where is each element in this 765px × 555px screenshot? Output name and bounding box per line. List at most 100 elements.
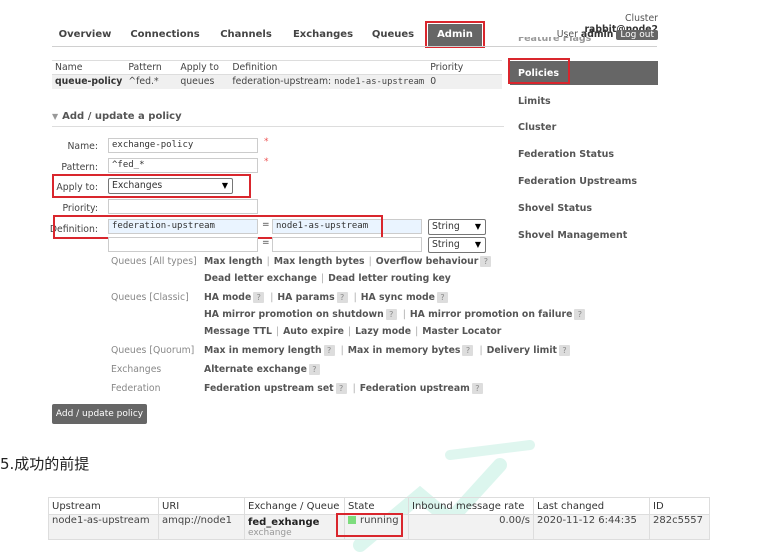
upstream-exchange-type: exchange [248,528,292,538]
help-icon[interactable]: ? [385,309,397,320]
hint-delivery-limit[interactable]: Delivery limit [487,345,557,356]
definition-type-value: String [432,221,460,232]
hint-line-all-2: Dead letter exchange | Dead letter routing… [204,273,451,284]
hint-message-ttl[interactable]: Message TTL [204,326,272,337]
hint-line-classic-2: HA mirror promotion on shutdown? | HA mirr… [204,309,587,320]
chevron-down-icon: ▼ [221,181,228,190]
upstream-id: 282c5557 [649,514,710,540]
upstream-state-cell: running [344,514,409,540]
hint-federation-upstream[interactable]: Federation upstream [360,383,470,394]
help-icon[interactable]: ? [335,383,347,394]
help-icon[interactable]: ? [336,292,348,303]
hint-ha-mode[interactable]: HA mode [204,292,251,303]
sidebar-item-federation-upstreams[interactable]: Federation Upstreams [518,176,637,187]
collapse-triangle-icon[interactable]: ▼ [52,112,58,121]
help-icon[interactable]: ? [323,345,335,356]
hint-category-quorum: Queues [Quorum] [111,345,195,356]
col-state: State [344,497,409,515]
logout-button[interactable]: Log out [616,30,658,40]
sidebar-item-cluster[interactable]: Cluster [518,122,556,133]
hint-overflow-behaviour[interactable]: Overflow behaviour [376,256,479,267]
hint-line-all-1: Max length | Max length bytes | Overflow beh… [204,256,493,267]
hint-ha-sync-mode[interactable]: HA sync mode [361,292,435,303]
hint-category-exchanges: Exchanges [111,364,162,375]
hint-auto-expire[interactable]: Auto expire [283,326,344,337]
upstream-state: running [360,515,399,526]
hint-federation-upstream-set[interactable]: Federation upstream set [204,383,334,394]
definition-value-input-2[interactable] [272,237,422,252]
help-icon[interactable]: ? [574,309,586,320]
hint-line-quorum: Max in memory length? | Max in memory byte… [204,345,572,356]
col-last-changed: Last changed [533,497,650,515]
sidebar-item-shovel-management[interactable]: Shovel Management [518,230,627,241]
col-inbound-rate: Inbound message rate [408,497,534,515]
hint-max-in-memory-bytes[interactable]: Max in memory bytes [348,345,461,356]
table-row[interactable]: node1-as-upstream amqp://node1 fed_exhan… [48,514,710,540]
apply-to-label: Apply to: [56,182,98,193]
status-running-icon [348,516,356,524]
col-upstream: Upstream [48,497,159,515]
help-icon[interactable]: ? [253,292,265,303]
hint-category-all: Queues [All types] [111,256,197,267]
sidebar-item-federation-status[interactable]: Federation Status [518,149,614,160]
hint-max-in-memory-length[interactable]: Max in memory length [204,345,322,356]
col-pattern: Pattern [125,60,178,75]
chevron-down-icon: ▼ [474,222,481,231]
priority-input[interactable] [108,199,258,214]
upstream-last-changed: 2020-11-12 6:44:35 [533,514,650,540]
help-icon[interactable]: ? [308,364,320,375]
tab-channels[interactable]: Channels [214,24,278,46]
hint-ha-params[interactable]: HA params [277,292,334,303]
section-add-policy[interactable]: ▼ Add / update a policy [52,111,504,127]
help-icon[interactable]: ? [471,383,483,394]
upstream-exchange[interactable]: fed_exhange [248,517,319,528]
pattern-input[interactable]: ^fed_* [108,158,258,173]
sidebar-item-policies[interactable]: Policies [518,68,559,79]
table-row[interactable]: queue-policy ^fed.* queues federation-up… [52,74,502,89]
upstream-exchange-cell[interactable]: fed_exhange exchange [244,514,345,540]
definition-type-select[interactable]: String ▼ [428,219,486,235]
sidebar-item-feature-flags[interactable]: Feature Flags [518,37,591,46]
hint-separator: | [352,383,356,394]
definition-key-input[interactable]: federation-upstream [108,219,258,234]
help-icon[interactable]: ? [480,256,492,267]
hint-max-length-bytes[interactable]: Max length bytes [274,256,365,267]
help-icon[interactable]: ? [462,345,474,356]
definition-key-input-2[interactable] [108,237,258,252]
help-icon[interactable]: ? [436,292,448,303]
upstream-rate: 0.00/s [408,514,534,540]
upstream-name[interactable]: node1-as-upstream [48,514,159,540]
add-update-policy-button[interactable]: Add / update policy [52,404,147,424]
hint-separator: | [353,292,357,303]
hint-separator: | [479,345,483,356]
tab-connections[interactable]: Connections [126,24,204,46]
policy-pattern: ^fed.* [125,74,178,89]
definition-type-select-2[interactable]: String ▼ [428,237,486,253]
hint-separator: | [275,326,280,337]
tab-overview[interactable]: Overview [52,24,118,46]
hint-max-length[interactable]: Max length [204,256,263,267]
hint-master-locator[interactable]: Master Locator [422,326,501,337]
definition-value-input[interactable]: node1-as-upstream [272,219,422,234]
apply-to-select[interactable]: Exchanges ▼ [108,178,233,194]
hint-lazy-mode[interactable]: Lazy mode [355,326,411,337]
tab-queues[interactable]: Queues [368,24,418,46]
policies-table: Name Pattern Apply to Definition Priorit… [52,60,502,89]
tab-exchanges[interactable]: Exchanges [288,24,358,46]
hint-ha-promotion-shutdown[interactable]: HA mirror promotion on shutdown [204,309,384,320]
hint-dead-letter-exchange[interactable]: Dead letter exchange [204,273,317,284]
sidebar-item-shovel-status[interactable]: Shovel Status [518,203,592,214]
tab-admin[interactable]: Admin [428,24,482,46]
hint-dead-letter-routing-key[interactable]: Dead letter routing key [328,273,451,284]
sidebar-item-limits[interactable]: Limits [518,96,551,107]
policy-name[interactable]: queue-policy [52,74,126,89]
hint-alternate-exchange[interactable]: Alternate exchange [204,364,307,375]
name-input[interactable]: exchange-policy [108,138,258,153]
help-icon[interactable]: ? [558,345,570,356]
hint-ha-promotion-failure[interactable]: HA mirror promotion on failure [410,309,572,320]
hint-line-exchanges: Alternate exchange? [204,364,322,375]
name-label: Name: [67,141,98,152]
cluster-label: Cluster [625,13,658,24]
col-priority: Priority [427,60,502,75]
required-mark: * [264,137,269,147]
